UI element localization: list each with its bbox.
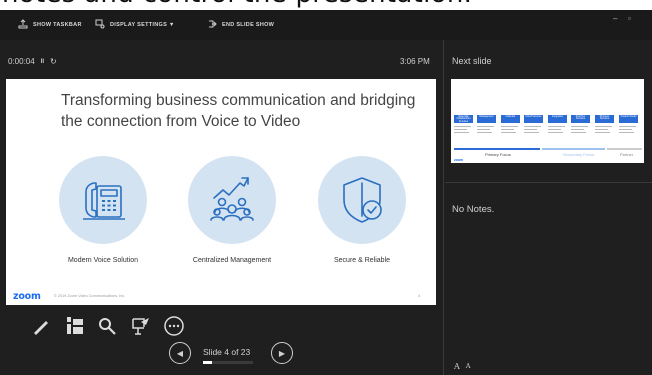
thumb-primary-bar — [454, 148, 540, 150]
previous-slide-button[interactable]: ◀ — [169, 342, 191, 364]
thumb-column-text — [501, 125, 520, 141]
thumb-primary-label: Primary Focus — [485, 152, 511, 157]
thumb-column-header: Integration — [548, 115, 567, 123]
see-all-slides-button[interactable] — [64, 315, 86, 337]
pointer-options-button[interactable] — [130, 315, 152, 337]
thumb-column-header: Essential Collaboration Services — [454, 115, 473, 123]
display-settings-label: DISPLAY SETTINGS ▼ — [110, 22, 175, 28]
restore-button[interactable]: ▫ — [628, 14, 631, 23]
timer: 0:00:04 II ↻ — [8, 57, 57, 66]
current-time: 3:06 PM — [400, 57, 430, 66]
font-size-controls: A A — [454, 362, 470, 371]
see-all-slides-icon — [67, 317, 83, 334]
thumb-secondary-label: Secondary Focus — [563, 152, 595, 157]
show-taskbar-label: SHOW TASKBAR — [33, 22, 82, 28]
caption-text: notes and control the presentation. — [2, 0, 472, 9]
display-settings-button[interactable]: DISPLAY SETTINGS ▼ — [95, 18, 175, 32]
display-settings-icon — [95, 19, 105, 31]
caption-strip: notes and control the presentation. — [0, 0, 652, 10]
thumb-partner-label: Partner — [620, 152, 634, 157]
thumb-column-header: Cloud Services — [524, 115, 543, 123]
zoom-slide-button[interactable] — [96, 315, 118, 337]
pen-icon — [34, 321, 48, 335]
thumb-column-text — [477, 125, 496, 141]
thumb-column-text — [595, 125, 614, 141]
reset-timer-button[interactable]: ↻ — [50, 57, 57, 66]
thumb-column-header: Custom Needs — [619, 115, 638, 123]
end-slide-show-label: END SLIDE SHOW — [222, 22, 275, 28]
end-slide-show-button[interactable]: END SLIDE SHOW — [207, 18, 274, 32]
next-slide-icon: ▶ — [278, 348, 286, 358]
thumb-column-text — [548, 125, 567, 141]
show-taskbar-button[interactable]: SHOW TASKBAR — [18, 18, 82, 32]
feature-caption-security: Secure & Reliable — [333, 257, 391, 264]
minimize-button[interactable]: – — [613, 14, 617, 23]
next-slide-thumbnail[interactable]: Essential Collaboration Services Managem… — [451, 79, 644, 163]
elapsed-time: 0:00:04 — [8, 57, 35, 66]
decrease-font-button[interactable]: A — [466, 362, 471, 371]
voice-feature-circle — [59, 156, 147, 244]
thumb-zoom-logo: zoom — [454, 158, 464, 162]
slide-progress-fill — [203, 361, 212, 364]
zoom-logo: zoom — [13, 291, 41, 302]
zoom-icon — [99, 318, 116, 335]
security-feature-circle — [318, 156, 406, 244]
thumb-column-text — [571, 125, 590, 141]
feature-caption-voice: Modern Voice Solution — [67, 257, 139, 264]
thumb-secondary-bar — [542, 148, 605, 150]
management-feature-circle — [188, 156, 276, 244]
slide-progress-bar — [203, 361, 253, 364]
top-toolbar: SHOW TASKBAR DISPLAY SETTINGS ▼ END SLID… — [0, 10, 652, 40]
desk-phone-icon — [83, 182, 125, 220]
previous-slide-icon: ◀ — [176, 348, 184, 358]
thumb-column-header: Management — [477, 115, 496, 123]
slide-title: Transforming business communication and … — [61, 92, 416, 130]
thumb-column-text — [619, 125, 638, 141]
thumb-column-header: Premium Services — [595, 115, 614, 123]
taskbar-icon — [18, 19, 28, 31]
thumb-column-text — [454, 125, 473, 141]
thumb-column-text — [524, 125, 543, 141]
end-show-icon — [207, 19, 217, 31]
feature-caption-management: Centralized Management — [192, 257, 272, 264]
shield-check-icon — [343, 177, 382, 223]
thumb-column-header: Calendar — [501, 115, 520, 123]
next-slide-button[interactable]: ▶ — [271, 342, 293, 364]
slide-counter[interactable]: Slide 4 of 23 — [203, 347, 250, 357]
presenter-view: SHOW TASKBAR DISPLAY SETTINGS ▼ END SLID… — [0, 10, 652, 375]
increase-font-button[interactable]: A — [454, 362, 460, 371]
next-slide-label: Next slide — [452, 56, 492, 66]
slide-page-number: 4 — [418, 293, 421, 298]
team-growth-icon — [210, 177, 254, 221]
slide-navigation: ◀ Slide 4 of 23 ▶ — [169, 340, 299, 365]
pause-timer-button[interactable]: II — [41, 59, 44, 65]
more-options-icon — [164, 316, 184, 336]
pen-tool-button[interactable] — [30, 315, 52, 337]
horizontal-divider — [445, 182, 652, 183]
current-slide[interactable]: Transforming business communication and … — [6, 79, 436, 305]
speaker-notes: No Notes. — [452, 204, 495, 215]
thumb-partner-bar — [607, 148, 642, 150]
more-options-button[interactable] — [163, 315, 185, 337]
vertical-divider — [443, 40, 444, 375]
slide-copyright: © 2019 Zoom Video Communications, Inc. — [54, 294, 126, 298]
pointer-icon — [132, 318, 149, 335]
thumb-column-header: Paid Tier Services — [571, 115, 590, 123]
